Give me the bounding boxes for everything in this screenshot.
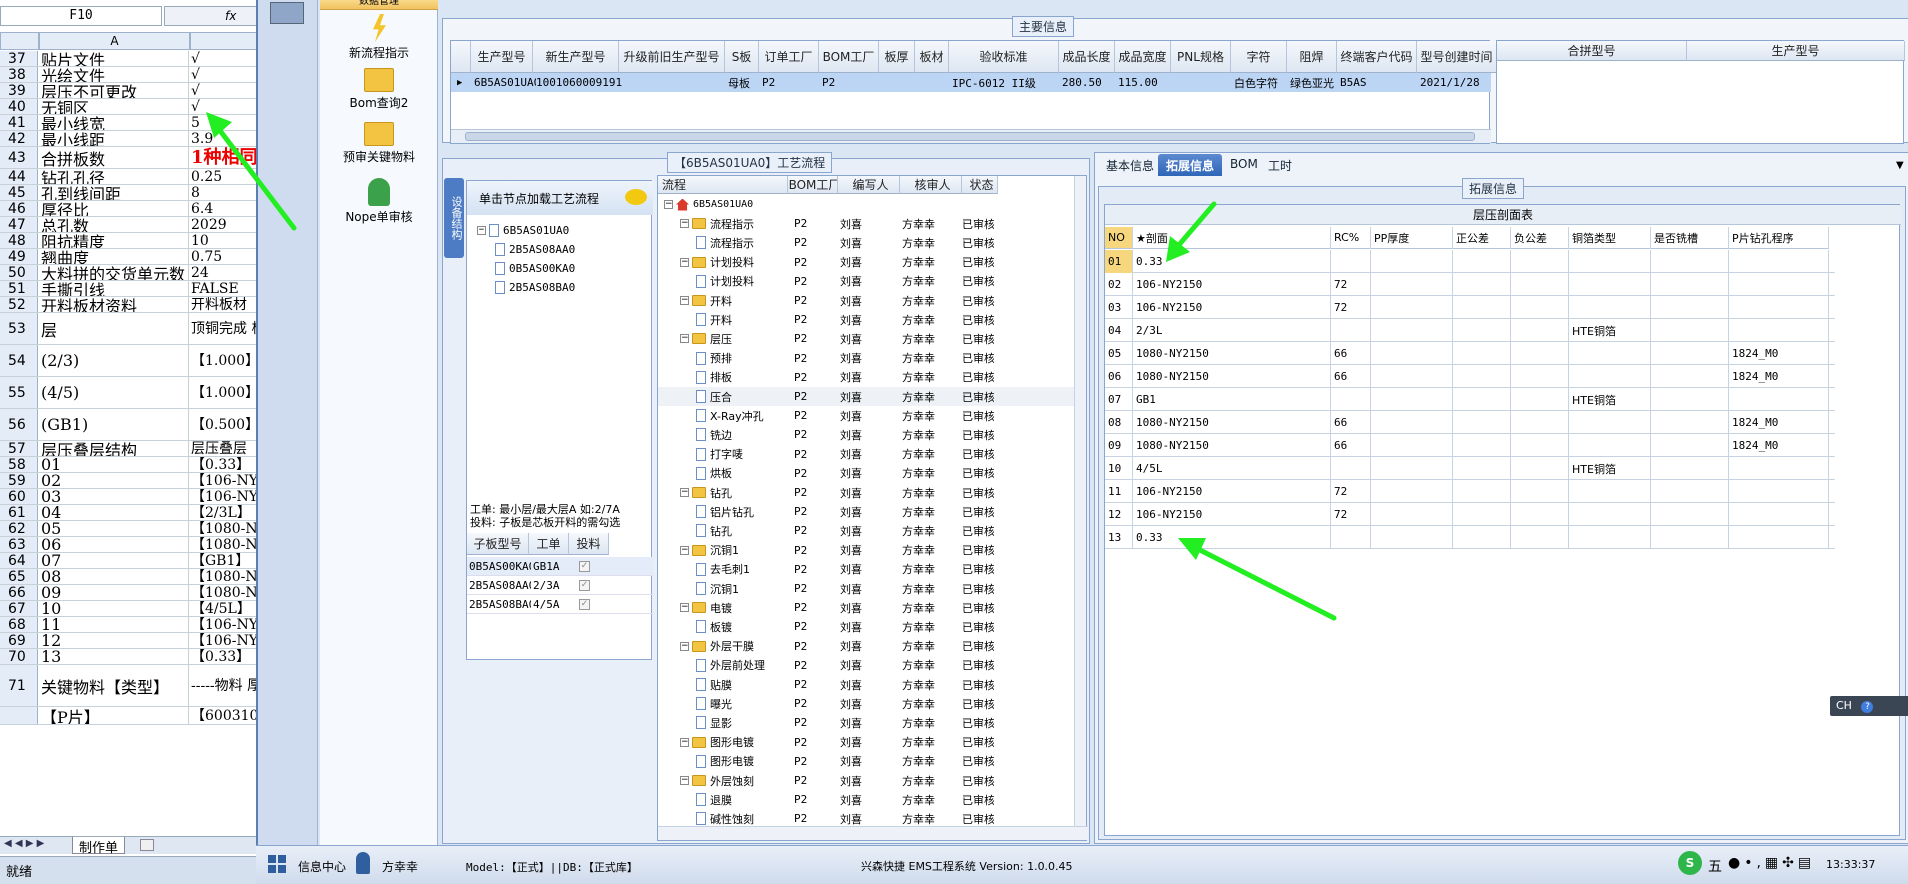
ime-mode-char[interactable]: 五	[1708, 856, 1722, 876]
model-db-status: Model:【正式】||DB:【正式库】	[466, 861, 638, 874]
info-center-link[interactable]: 信息中心	[298, 858, 346, 875]
grid-menu-icon[interactable]	[268, 855, 286, 873]
ime-toolbar-icons[interactable]: ●•,▦✣▤	[1728, 855, 1815, 871]
status-taskbar: 信息中心 方幸幸 Model:【正式】||DB:【正式库】 兴森快捷 EMS工程…	[256, 845, 1908, 884]
annotation-arrows	[206, 112, 1337, 621]
current-user: 方幸幸	[382, 860, 419, 874]
arrow-stack-row13	[1178, 538, 1337, 621]
system-version: 兴森快捷 EMS工程系统 Version: 1.0.0.45	[861, 860, 1073, 873]
arrow-stack-row01	[1166, 201, 1217, 262]
user-icon	[356, 852, 370, 874]
sogou-ime-icon[interactable]: S	[1678, 851, 1702, 875]
arrow-excel-row40	[206, 112, 297, 231]
clock: 13:33:37	[1826, 858, 1876, 871]
